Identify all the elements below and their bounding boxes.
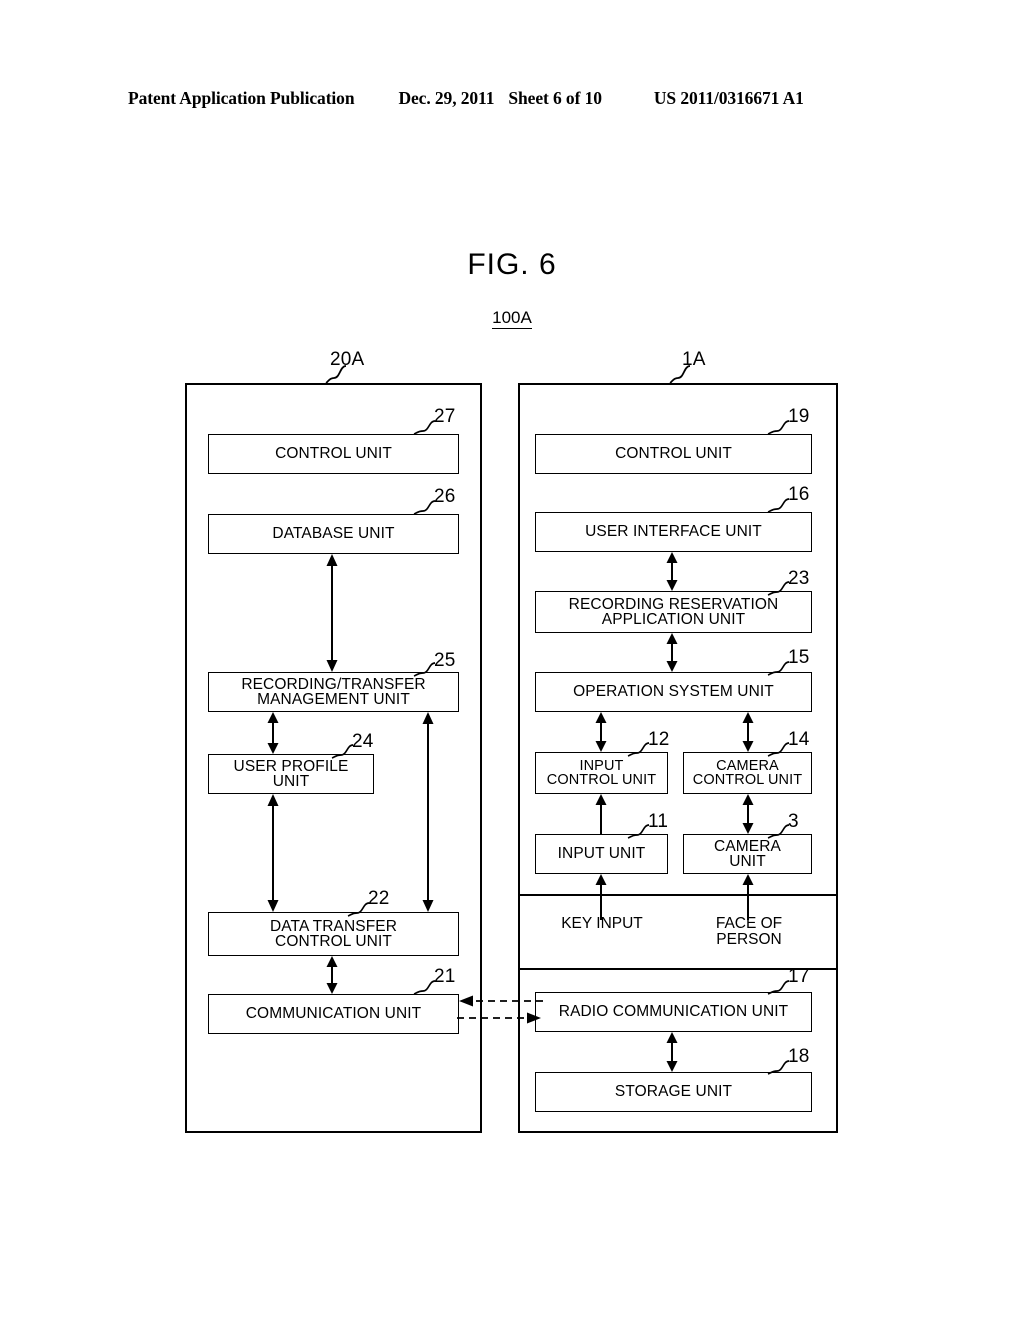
ref-26-leader-icon [413,500,436,515]
ref-25-leader-icon [413,662,436,677]
box-data-transfer-control-unit-22: DATA TRANSFER CONTROL UNIT [208,912,459,956]
box-input-unit-11: INPUT UNIT [535,834,668,874]
ref-14-leader-icon [767,742,790,757]
box-operation-system-unit-15: OPERATION SYSTEM UNIT [535,672,812,712]
arrow-recording-management-to-user-profile [267,712,279,754]
ref-21-leader-icon [413,980,436,995]
ref-23-label: 23 [788,568,810,589]
ref-12-label: 12 [648,729,670,750]
box-control-unit-27: CONTROL UNIT [208,434,459,474]
wireless-link-to-radio-communication-unit [457,1012,541,1024]
arrow-key-input-to-input-unit [595,874,607,920]
arrow-input-unit-to-input-control [595,794,607,834]
ref-19-leader-icon [767,420,790,435]
arrow-user-interface-to-recording-reservation [666,552,678,591]
box-communication-unit-21: COMMUNICATION UNIT [208,994,459,1034]
arrow-radio-communication-to-storage [666,1032,678,1072]
ref-18-leader-icon [767,1060,790,1075]
header-patent-number: US 2011/0316671 A1 [653,88,804,108]
box-recording-reservation-application-unit-23: RECORDING RESERVATION APPLICATION UNIT [535,591,812,633]
signal-label-face-of-person: FACE OF PERSON [715,915,783,949]
arrow-user-profile-to-data-transfer [267,794,279,912]
ref-22-label: 22 [368,888,390,909]
ref-25-label: 25 [434,650,456,671]
ref-15-leader-icon [767,661,790,676]
ref-11-leader-icon [627,824,650,839]
arrow-database-to-recording-management [326,554,338,672]
ref-12-leader-icon [627,742,650,757]
arrow-operation-system-to-camera-control [742,712,754,752]
ref-17-leader-icon [767,980,790,995]
ref-15-label: 15 [788,647,810,668]
arrow-data-transfer-to-communication [326,956,338,994]
ref-1A-leader-icon [669,365,691,384]
arrow-recording-management-to-data-transfer [422,712,434,912]
ref-21-label: 21 [434,966,456,987]
box-control-unit-19: CONTROL UNIT [535,434,812,474]
box-storage-unit-18: STORAGE UNIT [535,1072,812,1112]
ref-22-leader-icon [347,902,370,917]
ref-14-label: 14 [788,729,810,750]
figure-system-reference-text: 100A [492,308,532,329]
ref-3-leader-icon [767,824,790,839]
ref-24-leader-icon [331,744,354,759]
ref-26-label: 26 [434,486,456,507]
box-user-interface-unit-16: USER INTERFACE UNIT [535,512,812,552]
ref-27-leader-icon [413,420,436,435]
arrow-operation-system-to-input-control [595,712,607,752]
ref-11-label: 11 [648,811,669,832]
header-date-text: Dec. 29, 2011 [398,88,495,108]
arrow-camera-unit-to-camera-control [742,794,754,834]
figure-system-reference: 100A [0,308,1024,329]
arrow-face-of-person-to-camera-unit [742,874,754,920]
box-recording-transfer-management-unit-25: RECORDING/TRANSFER MANAGEMENT UNIT [208,672,459,712]
ref-17-label: 17 [788,966,810,987]
box-input-control-unit-12: INPUT CONTROL UNIT [535,752,668,794]
ref-16-label: 16 [788,484,810,505]
arrow-recording-reservation-to-operation-system [666,633,678,672]
ref-19-label: 19 [788,406,810,427]
ref-24-label: 24 [352,731,374,752]
header-sheet-text: Sheet 6 of 10 [508,88,602,108]
ref-23-leader-icon [767,581,790,596]
ref-27-label: 27 [434,406,456,427]
device-panel-divider-signals [520,894,836,896]
box-camera-unit-3: CAMERA UNIT [683,834,812,874]
box-camera-control-unit-14: CAMERA CONTROL UNIT [683,752,812,794]
box-radio-communication-unit-17: RADIO COMMUNICATION UNIT [535,992,812,1032]
box-user-profile-unit-24: USER PROFILE UNIT [208,754,374,794]
publication-header: Patent Application Publication Dec. 29, … [128,88,896,112]
ref-16-leader-icon [767,498,790,513]
ref-20A-leader-icon [325,365,347,384]
ref-18-label: 18 [788,1046,810,1067]
signal-label-key-input: KEY INPUT [561,915,643,932]
header-publication-text: Patent Application Publication [128,88,355,108]
box-database-unit-26: DATABASE UNIT [208,514,459,554]
figure-title: FIG. 6 [467,248,557,281]
